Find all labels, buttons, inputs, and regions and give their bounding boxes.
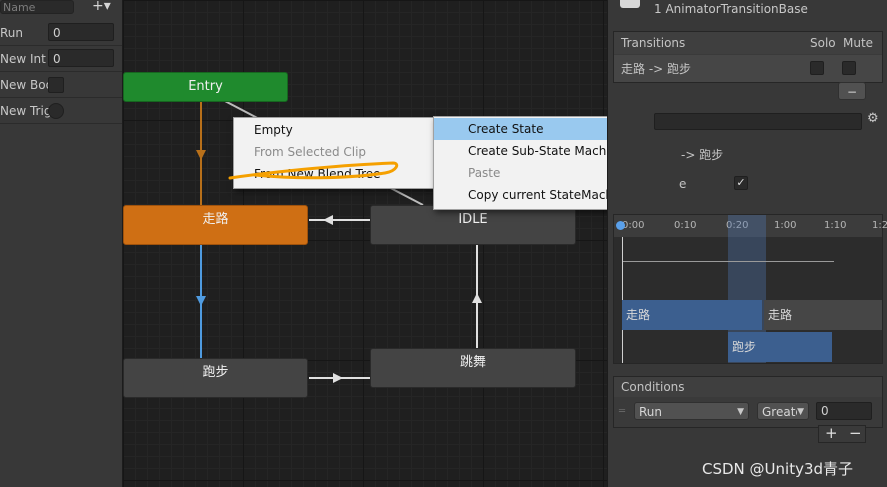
remove-condition-button[interactable]: − [849,424,862,442]
has-exit-time-checkbox[interactable]: ✓ [734,176,748,190]
animator-graph[interactable]: Entry 走路 IDLE 跑步 跳舞 [123,0,607,487]
remove-transition-button[interactable]: − [838,82,866,100]
menu-item-label: Create State [468,122,544,136]
transitions-header: Transitions Solo Mute [614,32,882,54]
parameter-row: New Boo [0,72,122,98]
timeline-tick: 0:10 [674,220,697,231]
parameter-name[interactable]: Run [0,26,23,40]
condition-parameter-value: Run [639,405,663,419]
has-exit-time-label: e [679,177,687,191]
transition-subtitle: -> 跑步 [681,148,724,162]
transition-arrow[interactable] [333,373,343,383]
conditions-header: Conditions [614,377,882,397]
mute-label: Mute [843,36,874,50]
state-entry[interactable]: Entry [123,72,288,102]
inspector-panel: 1 AnimatorTransitionBase Transitions Sol… [607,0,887,487]
state-label: IDLE [458,212,488,227]
timeline-tick: 1:00 [774,220,797,231]
parameter-name[interactable]: New Trig [0,104,51,118]
state-label: 跑步 [202,365,229,380]
parameter-value-field[interactable]: 0 [48,49,114,67]
gear-icon[interactable]: ⚙ [867,111,879,126]
timeline-curve [622,261,834,262]
watermark: CSDN @Unity3d青子 [702,460,854,478]
annotation-underline [228,161,399,180]
add-condition-button[interactable]: + [825,424,838,442]
transition-arrow[interactable] [196,150,206,160]
condition-parameter-dropdown[interactable]: Run ▼ [634,402,749,420]
state-label: Entry [188,79,223,94]
state-run[interactable]: 跑步 [123,358,308,398]
condition-buttons: + − [818,424,866,443]
parameter-row: New Trig [0,98,122,124]
parameter-value-field[interactable]: 0 [48,23,114,41]
solo-label: Solo [810,36,836,50]
transition-icon [620,0,640,8]
chevron-down-icon: ▼ [737,407,744,417]
conditions-label: Conditions [621,380,685,394]
parameter-trigger-radio[interactable] [48,103,64,119]
state-walk[interactable]: 走路 [123,205,308,245]
mute-checkbox[interactable] [842,61,856,75]
parameter-search-input[interactable]: Name [0,0,74,14]
transition-arrow[interactable] [472,293,482,303]
destination-clip-bar[interactable]: 跑步 [728,332,832,362]
parameter-bool-checkbox[interactable] [48,77,64,93]
timeline-tick: 1:20 [872,220,887,231]
add-parameter-button[interactable]: +▾ [92,0,120,14]
state-idle[interactable]: IDLE [370,205,576,245]
solo-checkbox[interactable] [810,61,824,75]
parameter-name[interactable]: New Int [0,52,46,66]
playhead-marker[interactable] [616,221,625,230]
parameter-row: New Int 0 [0,46,122,72]
parameter-name[interactable]: New Boo [0,78,53,92]
source-clip-repeat-bar[interactable]: 走路 [764,300,882,330]
transition-row-label: 走路 -> 跑步 [621,62,692,76]
condition-operator-dropdown[interactable]: Greate ▼ [757,402,809,420]
transition-row[interactable]: 走路 -> 跑步 [614,55,882,82]
transition-arrow[interactable] [196,296,206,306]
timeline-tick: 1:10 [824,220,847,231]
transition-name-field[interactable] [654,113,862,130]
transition-arrow[interactable] [323,215,333,225]
chevron-down-icon: ▼ [797,403,804,419]
drag-handle-icon[interactable]: ═ [619,406,625,417]
condition-value-field[interactable]: 0 [816,402,872,420]
state-label: 跳舞 [459,355,486,370]
inspector-title: 1 AnimatorTransitionBase [654,2,808,16]
menu-item-empty[interactable]: Empty [234,119,438,141]
state-dance[interactable]: 跳舞 [370,348,576,388]
timeline-tick: 0:00 [622,220,645,231]
source-clip-bar[interactable]: 走路 [622,300,762,330]
transitions-label: Transitions [621,36,686,50]
state-label: 走路 [202,212,229,227]
transitions-list: Transitions Solo Mute 走路 -> 跑步 [613,31,883,83]
conditions-list: Conditions ═ Run ▼ Greate ▼ 0 [613,376,883,428]
parameter-row: Run 0 [0,20,122,46]
transition-timeline[interactable]: 0:00 0:10 0:20 1:00 1:10 1:20 走路 走路 跑步 [613,214,887,364]
parameters-panel: Name +▾ Run 0 New Int 0 New Boo New Trig [0,0,123,487]
